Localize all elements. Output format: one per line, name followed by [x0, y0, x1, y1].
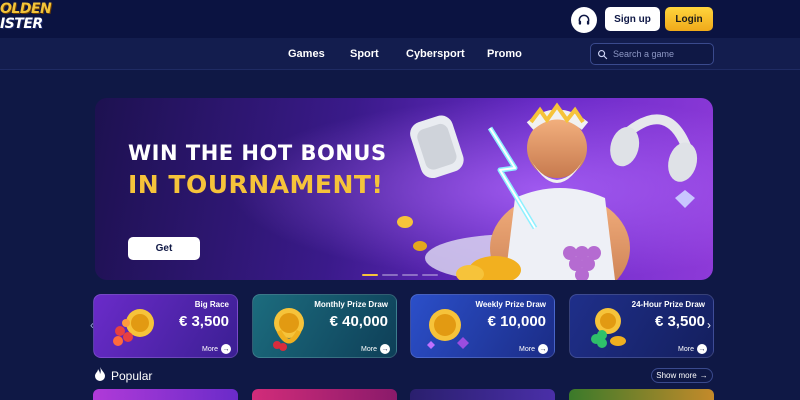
promo-more-link[interactable]: More →	[519, 344, 548, 354]
promo-card-monthly-prize-draw[interactable]: Monthly Prize Draw € 40,000 More →	[252, 294, 397, 358]
arrow-right-icon: →	[380, 344, 390, 354]
game-tile[interactable]	[93, 389, 238, 400]
top-bar: OLDEN ISTER Sign up Login	[0, 0, 800, 38]
main-nav: Games Sport Cybersport Promo	[0, 38, 800, 70]
promo-card-weekly-prize-draw[interactable]: Weekly Prize Draw € 10,000 More →	[410, 294, 555, 358]
game-tile[interactable]	[252, 389, 397, 400]
promo-amount: € 3,500	[178, 313, 229, 330]
show-more-button[interactable]: Show more →	[651, 368, 713, 383]
promo-card-big-race[interactable]: Big Race € 3,500 More →	[93, 294, 238, 358]
flame-icon	[95, 367, 105, 381]
carousel-dot[interactable]	[402, 274, 418, 276]
more-label: More	[202, 345, 218, 353]
nav-item-cybersport[interactable]: Cybersport	[406, 48, 465, 60]
arrow-right-icon: →	[538, 344, 548, 354]
promo-title: 24-Hour Prize Draw	[631, 300, 705, 309]
headset-icon	[578, 14, 590, 25]
sign-up-button[interactable]: Sign up	[605, 7, 660, 31]
arrow-right-icon: →	[699, 371, 708, 380]
horseshoe-coins-icon	[273, 308, 304, 351]
nav-item-promo[interactable]: Promo	[487, 48, 522, 60]
search-box[interactable]	[590, 43, 714, 65]
more-label: More	[678, 345, 694, 353]
carousel-dots	[362, 274, 438, 276]
promo-title: Big Race	[194, 300, 229, 309]
banner-title-line-2: IN TOURNAMENT!	[128, 170, 384, 199]
support-button[interactable]	[571, 7, 597, 33]
arrow-right-icon: →	[697, 344, 707, 354]
fruit-icon	[113, 309, 154, 346]
promo-title: Weekly Prize Draw	[475, 300, 546, 309]
gold-coin-icon	[427, 309, 469, 349]
search-input[interactable]	[613, 49, 709, 59]
logo-line-2: ISTER	[0, 16, 43, 32]
carousel-dot[interactable]	[382, 274, 398, 276]
promo-more-link[interactable]: More →	[678, 344, 707, 354]
banner-get-button[interactable]: Get	[128, 237, 200, 260]
promo-amount: € 3,500	[654, 313, 705, 330]
promo-amount: € 40,000	[329, 313, 388, 330]
arrow-right-icon: →	[221, 344, 231, 354]
promos-next-arrow[interactable]: ›	[707, 318, 711, 332]
carousel-dot[interactable]	[422, 274, 438, 276]
show-more-label: Show more	[656, 371, 697, 380]
nav-item-sport[interactable]: Sport	[350, 48, 379, 60]
carousel-dot[interactable]	[362, 274, 378, 276]
promo-more-link[interactable]: More →	[202, 344, 231, 354]
section-title-popular: Popular	[111, 369, 153, 383]
search-icon	[598, 49, 608, 59]
promo-amount: € 10,000	[487, 313, 546, 330]
more-label: More	[361, 345, 377, 353]
brand-logo[interactable]: OLDEN ISTER	[0, 2, 60, 36]
promo-card-24-hour-prize-draw[interactable]: 24-Hour Prize Draw € 3,500 More →	[569, 294, 714, 358]
hero-banner[interactable]: WIN THE HOT BONUS IN TOURNAMENT! Get	[95, 98, 713, 280]
promo-more-link[interactable]: More →	[361, 344, 390, 354]
game-tile[interactable]	[569, 389, 714, 400]
clover-coins-icon	[591, 308, 626, 348]
logo-line-1: OLDEN	[0, 1, 52, 17]
game-tile[interactable]	[410, 389, 555, 400]
login-button[interactable]: Login	[665, 7, 713, 31]
promo-title: Monthly Prize Draw	[314, 300, 388, 309]
more-label: More	[519, 345, 535, 353]
nav-item-games[interactable]: Games	[288, 48, 325, 60]
banner-title-line-1: WIN THE HOT BONUS	[128, 141, 387, 165]
